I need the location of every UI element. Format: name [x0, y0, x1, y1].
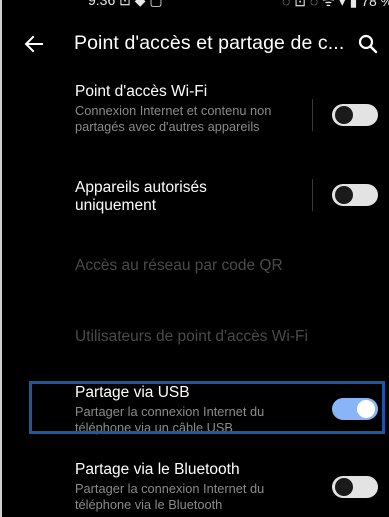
setting-title: Appareils autorisés uniquement — [75, 179, 207, 214]
setting-title: Utilisateurs de point d'accès Wi-Fi — [75, 328, 308, 345]
page-title: Point d'accès et partage de c... — [74, 32, 345, 54]
authorized-devices-toggle[interactable] — [332, 184, 378, 206]
setting-subtitle: Connexion Internet et contenu non partag… — [75, 103, 272, 134]
setting-title: Accès au réseau par code QR — [75, 257, 283, 274]
setting-title: Partage via le Bluetooth — [75, 461, 240, 478]
setting-title: Point d'accès Wi-Fi — [75, 83, 208, 100]
divider — [312, 99, 313, 131]
app-bar: Point d'accès et partage de c... — [0, 22, 389, 66]
search-icon[interactable] — [356, 32, 380, 56]
setting-hotspot-users: Utilisateurs de point d'accès Wi-Fi — [0, 327, 389, 353]
setting-subtitle: Partager la connexion Internet du téléph… — [75, 481, 265, 512]
divider — [312, 179, 313, 211]
status-icons: ◌ ⊡ ◌ ᯤ ▾ ▮ 78 % — [282, 0, 389, 9]
wifi-hotspot-toggle[interactable] — [332, 104, 378, 126]
status-bar: 9:36 ⊡ ◆ ▢ ◌ ⊡ ◌ ᯤ ▾ ▮ 78 % — [0, 0, 389, 14]
setting-bluetooth-tethering[interactable]: Partage via le Bluetooth Partager la con… — [0, 459, 389, 513]
toggle-knob — [335, 478, 353, 496]
setting-wifi-hotspot[interactable]: Point d'accès Wi-Fi Connexion Internet e… — [0, 80, 389, 154]
bluetooth-tethering-toggle[interactable] — [332, 476, 378, 498]
arrow-left-icon[interactable] — [22, 32, 46, 56]
toggle-knob — [335, 186, 353, 204]
status-time: 9:36 ⊡ ◆ ▢ — [88, 0, 163, 8]
setting-authorized-devices[interactable]: Appareils autorisés uniquement — [0, 175, 389, 219]
toggle-knob — [335, 106, 353, 124]
selection-highlight — [29, 381, 385, 434]
setting-qr-access: Accès au réseau par code QR — [0, 256, 389, 282]
